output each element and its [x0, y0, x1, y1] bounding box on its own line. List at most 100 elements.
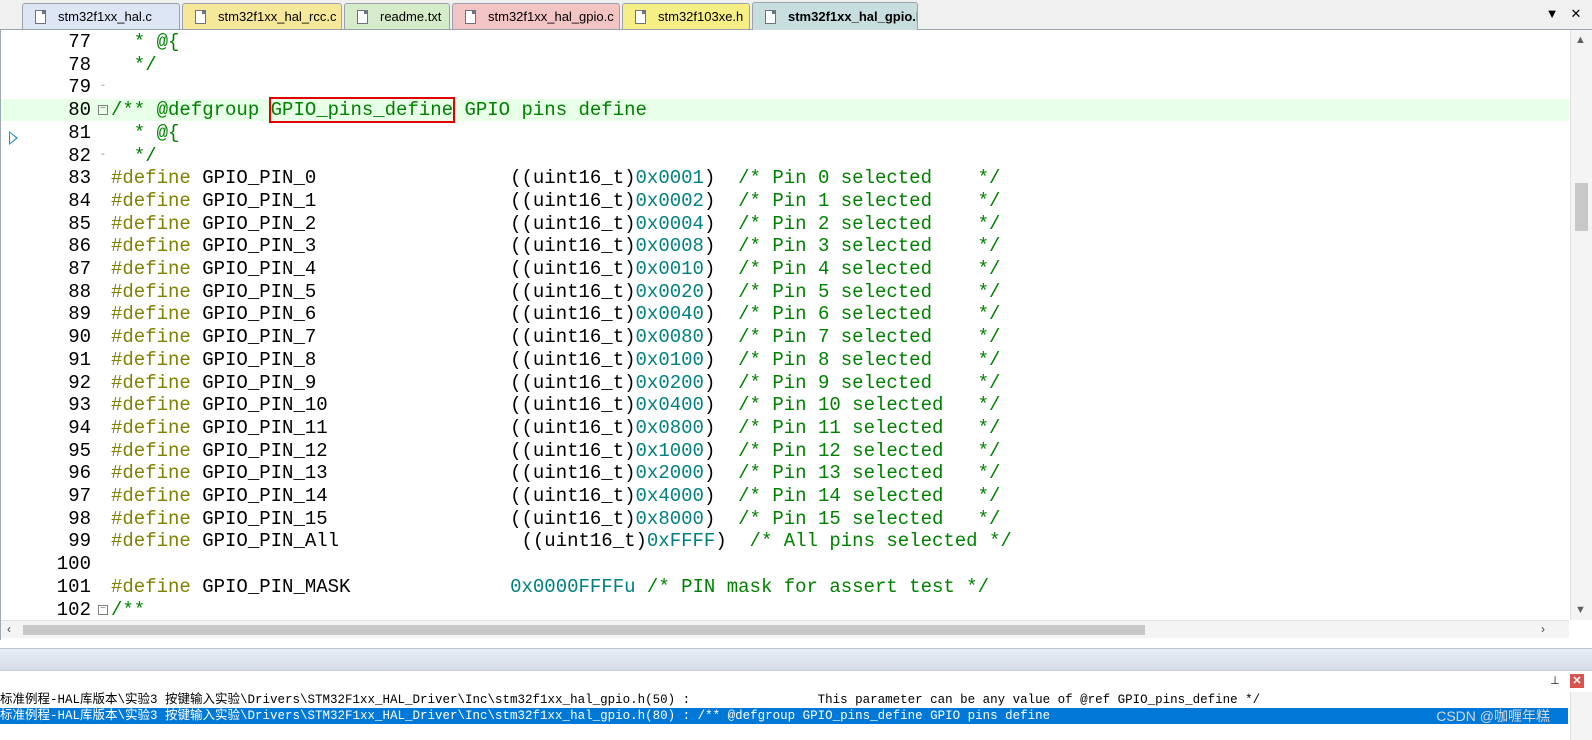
comment-token: */ — [111, 53, 157, 76]
line-number: 85 — [68, 212, 91, 235]
code-line[interactable]: 90 #define GPIO_PIN_7 ((uint16_t)0x0080) … — [1, 326, 1569, 348]
number-token: 0x4000 — [635, 485, 704, 507]
identifier-token: GPIO_PIN_13 — [190, 462, 511, 485]
line-number: 93 — [68, 394, 91, 417]
tab-readme-txt[interactable]: readme.txt — [344, 3, 450, 29]
comment-token: /* Pin 3 selected */ — [738, 235, 1001, 258]
identifier-token: GPIO_PIN_3 — [190, 235, 511, 258]
tab-stm32f103xe-h[interactable]: stm32f103xe.h — [622, 3, 750, 29]
code-line[interactable]: 78 */ — [1, 54, 1569, 76]
code-editor[interactable]: 77 * @{78 */79-80−/** @defgroup GPIO_pin… — [0, 30, 1592, 640]
identifier-token: GPIO_PIN_8 — [190, 348, 511, 371]
number-token: 0x8000 — [635, 507, 704, 530]
number-token: 0x0100 — [635, 348, 704, 371]
code-line[interactable]: 89 #define GPIO_PIN_6 ((uint16_t)0x0040) … — [1, 303, 1569, 325]
punctuation-token: ((uint16_t) — [510, 348, 636, 371]
code-line[interactable]: 91 #define GPIO_PIN_8 ((uint16_t)0x0100) … — [1, 349, 1569, 371]
code-text: #define GPIO_PIN_13 ((uint16_t)0x2000) /… — [111, 462, 1000, 484]
pin-icon[interactable]: ⊥ — [1548, 674, 1562, 688]
comment-token: /* Pin 14 selected */ — [738, 485, 1001, 507]
code-text: /** — [111, 599, 145, 621]
close-icon[interactable]: ✕ — [1570, 674, 1584, 688]
code-text: #define GPIO_PIN_15 ((uint16_t)0x8000) /… — [111, 508, 1000, 530]
code-line[interactable]: 96 #define GPIO_PIN_13 ((uint16_t)0x2000)… — [1, 462, 1569, 484]
code-line[interactable]: 81 * @{ — [1, 122, 1569, 144]
code-text: #define GPIO_PIN_MASK 0x0000FFFFu /* PIN… — [111, 576, 989, 598]
line-number: 94 — [68, 416, 91, 439]
scroll-up-arrow-icon[interactable]: ▲ — [1575, 34, 1586, 46]
tabbar-controls: ▼ ✕ — [1544, 6, 1584, 22]
tab-stm32f1xx-hal-gpio-c[interactable]: stm32f1xx_hal_gpio.c — [452, 3, 620, 29]
code-line[interactable]: 79- — [1, 76, 1569, 98]
tab-label: stm32f1xx_hal_rcc.c — [218, 9, 337, 24]
punctuation-token: ((uint16_t) — [510, 416, 636, 439]
keyword-token: #define — [111, 485, 191, 507]
highlighted-group-name: GPIO_pins_define — [268, 97, 456, 124]
number-token: 0x0080 — [635, 326, 704, 349]
code-text: #define GPIO_PIN_All ((uint16_t)0xFFFF) … — [111, 530, 1012, 552]
code-line[interactable]: 102−/** — [1, 599, 1569, 621]
close-tab-icon[interactable]: ✕ — [1568, 6, 1584, 22]
code-line[interactable]: 97 #define GPIO_PIN_14 ((uint16_t)0x4000)… — [1, 485, 1569, 507]
code-text: #define GPIO_PIN_7 ((uint16_t)0x0080) /*… — [111, 326, 1000, 348]
keyword-token: #define — [111, 507, 191, 530]
watermark: CSDN @咖喱年糕 — [1436, 708, 1550, 724]
file-icon — [765, 9, 776, 24]
horizontal-scroll-thumb[interactable] — [23, 625, 1145, 635]
tab-stm32f1xx-hal-gpio-h[interactable]: stm32f1xx_hal_gpio.h — [752, 2, 918, 30]
code-text: /** @defgroup GPIO_pins_define GPIO pins… — [111, 97, 647, 124]
code-line[interactable]: 85 #define GPIO_PIN_2 ((uint16_t)0x0004) … — [1, 213, 1569, 235]
keyword-token: #define — [111, 235, 191, 258]
panel-splitter[interactable] — [0, 648, 1592, 670]
code-line[interactable]: 92 #define GPIO_PIN_9 ((uint16_t)0x0200) … — [1, 372, 1569, 394]
comment-token: /* Pin 4 selected */ — [738, 258, 1001, 280]
punctuation-token: ) — [703, 507, 739, 530]
code-line[interactable]: 87 #define GPIO_PIN_4 ((uint16_t)0x0010) … — [1, 258, 1569, 280]
fold-toggle-icon[interactable]: − — [98, 604, 108, 615]
line-number: 84 — [68, 189, 91, 212]
code-line[interactable]: 101 #define GPIO_PIN_MASK 0x0000FFFFu /* … — [1, 576, 1569, 598]
tab-list-dropdown-icon[interactable]: ▼ — [1544, 6, 1560, 22]
line-number: 87 — [68, 258, 91, 280]
code-text: #define GPIO_PIN_8 ((uint16_t)0x0100) /*… — [111, 349, 1000, 371]
code-line[interactable]: 98 #define GPIO_PIN_15 ((uint16_t)0x8000)… — [1, 508, 1569, 530]
code-line[interactable]: 93 #define GPIO_PIN_10 ((uint16_t)0x0400)… — [1, 394, 1569, 416]
code-line[interactable]: 100 — [1, 553, 1569, 575]
keyword-token: #define — [111, 348, 191, 371]
code-line[interactable]: 82- */ — [1, 145, 1569, 167]
code-line[interactable]: 83 #define GPIO_PIN_0 ((uint16_t)0x0001) … — [1, 167, 1569, 189]
scroll-down-arrow-icon[interactable]: ▼ — [1575, 604, 1586, 616]
fold-toggle-icon[interactable]: − — [98, 105, 108, 116]
code-line[interactable]: 94 #define GPIO_PIN_11 ((uint16_t)0x0800)… — [1, 417, 1569, 439]
code-text: #define GPIO_PIN_10 ((uint16_t)0x0400) /… — [111, 394, 1000, 416]
identifier-token: GPIO_PIN_6 — [190, 303, 511, 326]
tab-stm32f1xx-hal-c[interactable]: stm32f1xx_hal.c — [22, 3, 180, 29]
keyword-token: #define — [111, 439, 191, 462]
output-vertical-scrollbar[interactable] — [1570, 692, 1592, 740]
code-line[interactable]: 86 #define GPIO_PIN_3 ((uint16_t)0x0008) … — [1, 235, 1569, 257]
line-number: 78 — [68, 53, 91, 76]
file-icon — [635, 9, 646, 24]
code-line[interactable]: 80−/** @defgroup GPIO_pins_define GPIO p… — [1, 97, 1569, 124]
punctuation-token: ) — [703, 189, 739, 212]
code-line[interactable]: 88 #define GPIO_PIN_5 ((uint16_t)0x0020) … — [1, 281, 1569, 303]
code-line[interactable]: 99 #define GPIO_PIN_All ((uint16_t)0xFFFF… — [1, 530, 1569, 552]
scroll-left-arrow-icon[interactable]: ‹ — [7, 622, 11, 636]
code-line[interactable]: 84 #define GPIO_PIN_1 ((uint16_t)0x0002) … — [1, 190, 1569, 212]
number-token: 0x0020 — [635, 280, 704, 303]
code-line[interactable]: 77 * @{ — [1, 31, 1569, 53]
code-line[interactable]: 95 #define GPIO_PIN_12 ((uint16_t)0x1000)… — [1, 440, 1569, 462]
tab-stm32f1xx-hal-rcc-c[interactable]: stm32f1xx_hal_rcc.c — [182, 3, 342, 29]
identifier-token: GPIO_PIN_7 — [190, 326, 511, 349]
punctuation-token: ((uint16_t) — [510, 462, 636, 485]
vertical-scroll-thumb[interactable] — [1575, 183, 1588, 231]
find-result-line[interactable]: 标准例程-HAL库版本\实验3 按键输入实验\Drivers\STM32F1xx… — [0, 708, 1568, 724]
find-result-line[interactable]: 标准例程-HAL库版本\实验3 按键输入实验\Drivers\STM32F1xx… — [0, 692, 1568, 708]
number-token: 0x0000FFFFu — [510, 575, 636, 598]
tab-label: stm32f1xx_hal_gpio.h — [788, 9, 918, 24]
scroll-right-arrow-icon[interactable]: › — [1541, 622, 1545, 636]
punctuation-token: ) — [703, 439, 739, 462]
editor-horizontal-scrollbar[interactable]: ‹ › — [1, 620, 1569, 638]
number-token: 0x0040 — [635, 303, 704, 326]
editor-vertical-scrollbar[interactable]: ▲ ▼ — [1570, 30, 1592, 620]
